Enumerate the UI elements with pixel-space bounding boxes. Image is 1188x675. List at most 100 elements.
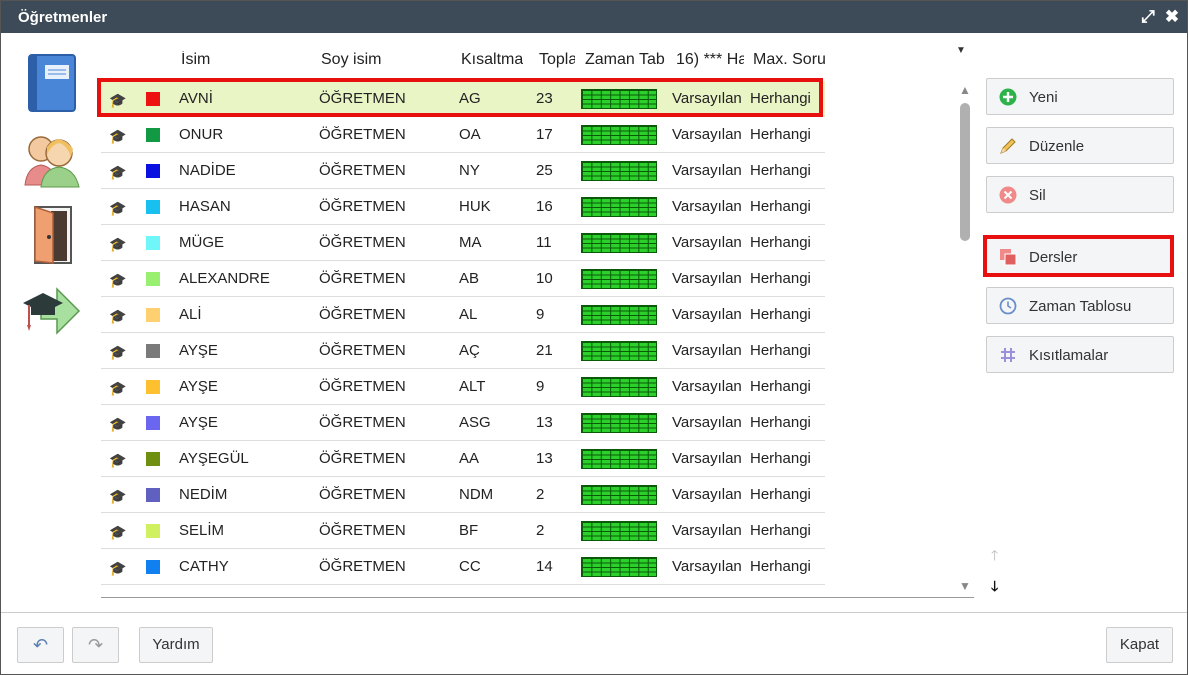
column-menu-icon[interactable]: ▼ <box>956 45 966 56</box>
scroll-down-icon[interactable]: ▼ <box>958 579 972 593</box>
cell-total: 10 <box>536 270 553 287</box>
table-row[interactable]: 🎓 AYŞE ÖĞRETMEN ALT 9 Varsayılan Herhangi <box>101 369 825 405</box>
graduation-arrow-icon[interactable] <box>21 279 83 341</box>
timetable-grid <box>581 269 657 289</box>
cell-name: ONUR <box>179 126 224 143</box>
cell-surname: ÖĞRETMEN <box>319 450 406 467</box>
timetable-grid <box>581 377 657 397</box>
cell-name: AYŞE <box>179 414 218 431</box>
cell-total: 25 <box>536 162 553 179</box>
close-button[interactable]: Kapat <box>1106 627 1173 663</box>
cell-total: 17 <box>536 126 553 143</box>
table-row[interactable]: 🎓 MÜGE ÖĞRETMEN MA 11 Varsayılan Herhangi <box>101 225 825 261</box>
cell-surname: ÖĞRETMEN <box>319 486 406 503</box>
table-row[interactable]: 🎓 ALİ ÖĞRETMEN AL 9 Varsayılan Herhangi <box>101 297 825 333</box>
col-header-max[interactable]: Max. Soru <box>753 51 825 69</box>
cell-max: Herhangi <box>750 198 811 215</box>
cell-max: Herhangi <box>750 162 811 179</box>
col-header-short[interactable]: Kısaltma <box>461 51 523 69</box>
graduation-cap-icon: 🎓 <box>109 560 127 576</box>
graduation-cap-icon: 🎓 <box>109 452 127 468</box>
teachers-icon[interactable] <box>21 127 83 189</box>
cell-surname: ÖĞRETMEN <box>319 378 406 395</box>
cell-short: ALT <box>459 378 486 395</box>
table-row[interactable]: 🎓 HASAN ÖĞRETMEN HUK 16 Varsayılan Herhangi <box>101 189 825 225</box>
table-row[interactable]: 🎓 AYŞE ÖĞRETMEN ASG 13 Varsayılan Herhangi <box>101 405 825 441</box>
cell-name: HASAN <box>179 198 231 215</box>
cell-surname: ÖĞRETMEN <box>319 522 406 539</box>
table-row[interactable]: 🎓 AYŞE ÖĞRETMEN AÇ 21 Varsayılan Herhangi <box>101 333 825 369</box>
cell-surname: ÖĞRETMEN <box>319 342 406 359</box>
graduation-cap-icon: 🎓 <box>109 128 127 144</box>
cell-max: Herhangi <box>750 342 811 359</box>
timetable-button[interactable]: Zaman Tablosu <box>986 287 1174 324</box>
timetable-grid <box>581 413 657 433</box>
col-header-name[interactable]: İsim <box>181 51 210 69</box>
close-icon[interactable]: ✖ <box>1162 7 1182 27</box>
color-swatch <box>146 308 160 322</box>
cell-total: 13 <box>536 414 553 431</box>
new-button[interactable]: Yeni <box>986 78 1174 115</box>
redo-button[interactable]: ↷ <box>72 627 119 663</box>
cell-col6: Varsayılan <box>672 522 742 539</box>
timetable-grid <box>581 557 657 577</box>
cell-max: Herhangi <box>750 414 811 431</box>
edit-button[interactable]: Düzenle <box>986 127 1174 164</box>
move-up-icon[interactable]: 🡑 <box>991 545 998 569</box>
book-icon[interactable] <box>21 51 83 113</box>
cell-short: AB <box>459 270 480 287</box>
table-row[interactable]: 🎓 CATHY ÖĞRETMEN CC 14 Varsayılan Herhangi <box>101 549 825 585</box>
cell-total: 13 <box>536 450 553 467</box>
table-row[interactable]: 🎓 ALEXANDRE ÖĞRETMEN AB 10 Varsayılan Herhangi <box>101 261 825 297</box>
door-icon[interactable] <box>21 203 83 265</box>
vertical-scrollbar[interactable]: ▲ ▼ <box>956 83 974 595</box>
delete-button-label: Sil <box>1029 187 1046 204</box>
cell-short: AA <box>459 450 480 467</box>
cell-surname: ÖĞRETMEN <box>319 198 406 215</box>
color-swatch <box>146 416 160 430</box>
timetable-grid <box>581 233 657 253</box>
help-button[interactable]: Yardım <box>139 627 213 663</box>
delete-icon <box>999 186 1017 204</box>
color-swatch <box>146 560 160 574</box>
cell-short: HUK <box>459 198 491 215</box>
table-row[interactable]: 🎓 AYŞEGÜL ÖĞRETMEN AA 13 Varsayılan Herhangi <box>101 441 825 477</box>
graduation-cap-icon: 🎓 <box>109 488 127 504</box>
cell-col6: Varsayılan <box>672 378 742 395</box>
col-header-timetable[interactable]: Zaman Tab <box>585 51 665 69</box>
col-header-surname[interactable]: Soy isim <box>321 51 381 69</box>
redo-icon: ↷ <box>87 635 104 655</box>
constraints-button[interactable]: Kısıtlamalar <box>986 336 1174 373</box>
table-row[interactable]: 🎓 NEDİM ÖĞRETMEN NDM 2 Varsayılan Herhangi <box>101 477 825 513</box>
col-header-total[interactable]: Topla <box>539 51 575 69</box>
timetable-grid <box>581 305 657 325</box>
move-down-icon[interactable]: 🡓 <box>991 576 998 600</box>
cell-col6: Varsayılan <box>672 198 742 215</box>
undo-button[interactable]: ↶ <box>17 627 64 663</box>
footer-divider <box>1 612 1187 613</box>
cell-total: 14 <box>536 558 553 575</box>
table-row[interactable]: 🎓 NADİDE ÖĞRETMEN NY 25 Varsayılan Herhangi <box>101 153 825 189</box>
delete-button[interactable]: Sil <box>986 176 1174 213</box>
timetable-grid <box>581 197 657 217</box>
cell-short: AL <box>459 306 478 323</box>
cell-total: 2 <box>536 486 545 503</box>
teachers-table: İsim Soy isim Kısaltma Topla Zaman Tab 1… <box>101 41 974 597</box>
cell-short: MA <box>459 234 482 251</box>
col-header-col6[interactable]: 16) *** Ha <box>676 51 744 69</box>
scroll-up-icon[interactable]: ▲ <box>958 83 972 97</box>
timetable-grid <box>581 341 657 361</box>
table-row[interactable]: 🎓 SELİM ÖĞRETMEN BF 2 Varsayılan Herhangi <box>101 513 825 549</box>
graduation-cap-icon: 🎓 <box>109 236 127 252</box>
color-swatch <box>146 344 160 358</box>
cell-name: ALİ <box>179 306 202 323</box>
maximize-icon[interactable]: ⤢ <box>1138 7 1158 27</box>
cell-surname: ÖĞRETMEN <box>319 270 406 287</box>
cell-max: Herhangi <box>750 522 811 539</box>
teachers-dialog: Öğretmenler ⤢ ✖ İsim Soy isim Kısaltma T… <box>0 0 1188 675</box>
hash-icon <box>1001 348 1015 362</box>
graduation-cap-icon: 🎓 <box>109 200 127 216</box>
table-row[interactable]: 🎓 ONUR ÖĞRETMEN OA 17 Varsayılan Herhangi <box>101 117 825 153</box>
scrollbar-thumb[interactable] <box>960 103 970 241</box>
horizontal-divider <box>101 597 974 598</box>
